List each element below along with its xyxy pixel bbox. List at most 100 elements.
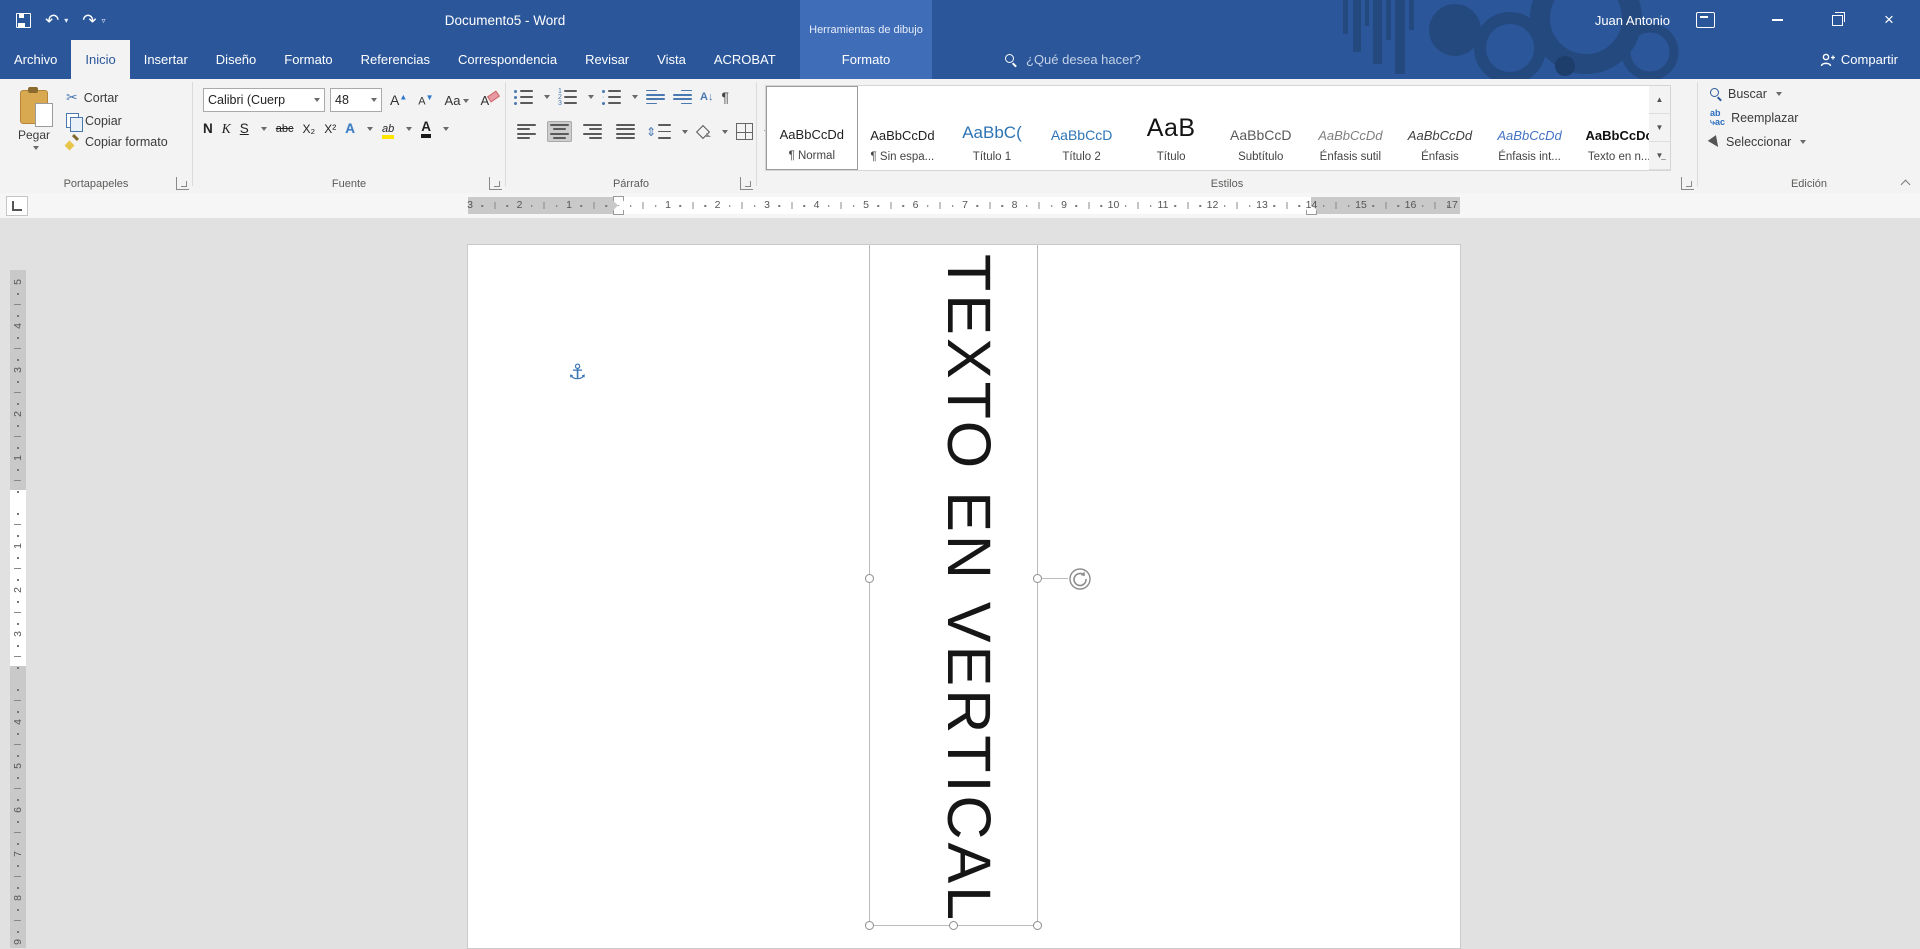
- textbox-text[interactable]: TEXTO EN VERTICAL: [936, 254, 1002, 923]
- style-enfasis-intenso[interactable]: AaBbCcDdÉnfasis int...: [1485, 86, 1575, 170]
- resize-handle-right[interactable]: [1033, 574, 1042, 583]
- resize-handle-bottom-center[interactable]: [949, 921, 958, 930]
- cut-button[interactable]: ✂ Cortar: [66, 89, 168, 106]
- estilos-dialog-launcher-icon[interactable]: [1681, 177, 1694, 190]
- line-spacing-button[interactable]: ⇕: [646, 124, 671, 139]
- style-enfasis[interactable]: AaBbCcDdÉnfasis: [1395, 86, 1485, 170]
- ribbon-display-options-icon[interactable]: [1696, 12, 1715, 28]
- parrafo-dialog-launcher-icon[interactable]: [740, 177, 753, 190]
- share-button[interactable]: Compartir: [1820, 40, 1898, 79]
- resize-handle-left[interactable]: [865, 574, 874, 583]
- underline-button[interactable]: S: [240, 121, 249, 136]
- font-name-combobox[interactable]: Calibri (Cuerp: [203, 88, 325, 112]
- vertical-ruler[interactable]: 54321123456789: [10, 270, 26, 948]
- undo-dropdown-icon[interactable]: ▾: [64, 16, 68, 25]
- tab-acrobat[interactable]: ACROBAT: [700, 40, 790, 79]
- borders-button[interactable]: [736, 123, 753, 140]
- numbering-button[interactable]: 123: [558, 90, 577, 105]
- redo-icon[interactable]: ↷: [82, 12, 96, 29]
- resize-handle-bottom-right[interactable]: [1033, 921, 1042, 930]
- font-name-dropdown-icon[interactable]: [314, 98, 320, 102]
- style-titulo-2[interactable]: AaBbCcDTítulo 2: [1037, 86, 1127, 170]
- tab-stop-selector[interactable]: [6, 196, 28, 216]
- fuente-dialog-launcher-icon[interactable]: [489, 177, 502, 190]
- save-icon[interactable]: [16, 13, 31, 28]
- align-center-button[interactable]: [547, 121, 572, 142]
- font-color-button[interactable]: A: [421, 120, 431, 138]
- change-case-button[interactable]: Aa: [442, 91, 473, 110]
- styles-more-icon[interactable]: ▼̲: [1649, 142, 1670, 170]
- decrease-indent-button[interactable]: [646, 90, 665, 105]
- copy-button[interactable]: Copiar: [66, 113, 168, 128]
- line-spacing-dropdown-icon[interactable]: [682, 130, 688, 134]
- font-size-combobox[interactable]: 48: [330, 88, 382, 112]
- document-page[interactable]: ⚓ TEXTO EN VERTICAL: [468, 245, 1460, 948]
- styles-scroll-up-icon[interactable]: ▲: [1649, 86, 1670, 114]
- numbering-dropdown-icon[interactable]: [588, 95, 594, 99]
- tab-vista[interactable]: Vista: [643, 40, 700, 79]
- style-sin-espaciado[interactable]: AaBbCcDd¶ Sin espa...: [858, 86, 948, 170]
- text-effects-button[interactable]: A: [345, 121, 355, 136]
- tab-insertar[interactable]: Insertar: [130, 40, 202, 79]
- grow-font-button[interactable]: A▲: [387, 90, 410, 110]
- tell-me-search[interactable]: ¿Qué desea hacer?: [1005, 40, 1141, 79]
- tab-revisar[interactable]: Revisar: [571, 40, 643, 79]
- style-enfasis-sutil[interactable]: AaBbCcDdÉnfasis sutil: [1306, 86, 1396, 170]
- paste-dropdown-icon[interactable]: [33, 146, 39, 150]
- style-normal[interactable]: AaBbCcDd¶ Normal: [766, 86, 858, 170]
- sort-button[interactable]: A↓: [700, 91, 713, 103]
- shading-button[interactable]: [696, 126, 711, 137]
- font-size-dropdown-icon[interactable]: [371, 98, 377, 102]
- close-button[interactable]: ×: [1866, 0, 1912, 40]
- styles-scroll-down-icon[interactable]: ▼: [1649, 114, 1670, 142]
- multilevel-dropdown-icon[interactable]: [632, 95, 638, 99]
- bullets-button[interactable]: [514, 90, 533, 105]
- paste-button[interactable]: Pegar: [8, 87, 60, 167]
- textbox-left-border[interactable]: [869, 245, 870, 925]
- style-subtitulo[interactable]: AaBbCcDSubtítulo: [1216, 86, 1306, 170]
- tab-archivo[interactable]: Archivo: [0, 40, 71, 79]
- bold-button[interactable]: N: [203, 121, 213, 136]
- select-button[interactable]: Seleccionar: [1710, 135, 1806, 149]
- highlight-dropdown-icon[interactable]: [406, 127, 412, 131]
- tab-diseno[interactable]: Diseño: [202, 40, 270, 79]
- portapapeles-dialog-launcher-icon[interactable]: [176, 177, 189, 190]
- clear-formatting-button[interactable]: A: [477, 91, 492, 110]
- rotation-handle-icon[interactable]: [1068, 567, 1092, 591]
- tab-formato[interactable]: Formato: [270, 40, 346, 79]
- shrink-font-button[interactable]: A▼: [415, 91, 436, 110]
- replace-button[interactable]: ab⤷ac Reemplazar: [1710, 109, 1806, 127]
- find-dropdown-icon[interactable]: [1776, 92, 1782, 96]
- align-left-button[interactable]: [514, 121, 539, 142]
- document-area[interactable]: 54321123456789 ⚓ TEXTO EN VERTICAL: [0, 218, 1920, 948]
- font-color-dropdown-icon[interactable]: [443, 127, 449, 131]
- resize-handle-bottom-left[interactable]: [865, 921, 874, 930]
- underline-dropdown-icon[interactable]: [261, 127, 267, 131]
- style-titulo[interactable]: AaBTítulo: [1126, 86, 1216, 170]
- user-name[interactable]: Juan Antonio: [1595, 0, 1670, 40]
- tab-correspondencia[interactable]: Correspondencia: [444, 40, 571, 79]
- text-effects-dropdown-icon[interactable]: [367, 127, 373, 131]
- select-dropdown-icon[interactable]: [1800, 140, 1806, 144]
- find-button[interactable]: Buscar: [1710, 87, 1806, 101]
- justify-button[interactable]: [613, 121, 638, 142]
- textbox-right-border[interactable]: [1037, 245, 1038, 925]
- tab-formato-contextual[interactable]: Formato: [800, 40, 932, 79]
- restore-button[interactable]: [1814, 0, 1860, 40]
- minimize-button[interactable]: [1754, 0, 1800, 40]
- bullets-dropdown-icon[interactable]: [544, 95, 550, 99]
- align-right-button[interactable]: [580, 121, 605, 142]
- multilevel-list-button[interactable]: ·: [602, 90, 621, 105]
- shading-dropdown-icon[interactable]: [722, 130, 728, 134]
- collapse-ribbon-icon[interactable]: [1901, 178, 1910, 187]
- style-titulo-1[interactable]: AaBbC(Título 1: [947, 86, 1037, 170]
- customize-quick-access-icon[interactable]: ▿: [102, 16, 106, 25]
- format-painter-button[interactable]: Copiar formato: [66, 135, 168, 149]
- undo-icon[interactable]: ↶: [45, 12, 59, 29]
- italic-button[interactable]: K: [222, 121, 231, 137]
- highlight-button[interactable]: ab: [382, 123, 394, 135]
- show-paragraph-marks-button[interactable]: ¶: [721, 89, 729, 105]
- superscript-button[interactable]: X²: [324, 122, 336, 136]
- tab-referencias[interactable]: Referencias: [347, 40, 444, 79]
- strikethrough-button[interactable]: abc: [276, 123, 294, 135]
